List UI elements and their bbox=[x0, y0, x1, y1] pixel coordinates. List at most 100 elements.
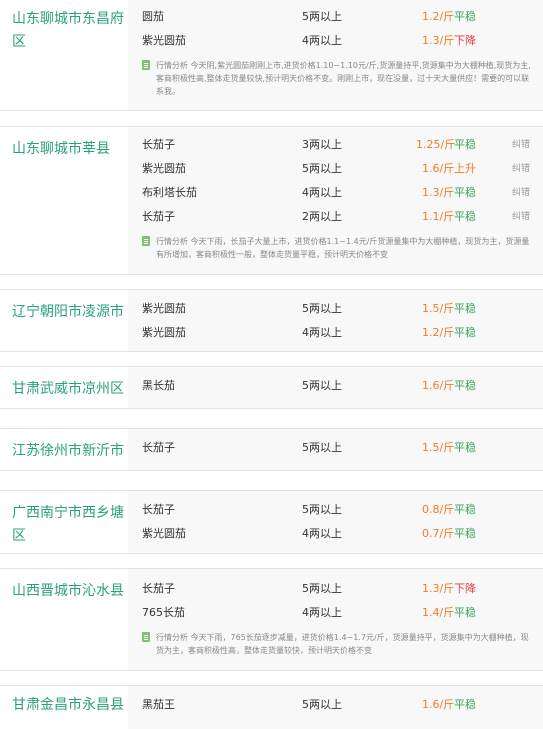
market-block: 甘肃金昌市永昌县 黑茄王 5两以上 1.6/斤 平稳 bbox=[0, 685, 543, 729]
market-block: 山东聊城市莘县 长茄子 3两以上 1.25/斤 平稳 纠错 紫光圆茄 5两以上 … bbox=[0, 126, 543, 275]
table-row: 长茄子 5两以上 1.5/斤 平稳 bbox=[128, 437, 543, 459]
weight-spec: 5两以上 bbox=[302, 162, 342, 175]
table-row: 紫光圆茄 4两以上 1.2/斤 平稳 bbox=[128, 322, 543, 344]
market-detail: 黑长茄 5两以上 1.6/斤 平稳 bbox=[128, 367, 543, 408]
market-analysis: 行情分析 今天阴,紫光圆茄刚刚上市,进货价格1.10~1.10元/斤,货源量持平… bbox=[142, 59, 532, 98]
variety-name: 黑茄王 bbox=[142, 698, 175, 711]
correct-error-link[interactable]: 纠错 bbox=[512, 182, 530, 204]
trend-status: 平稳 bbox=[454, 210, 476, 223]
analysis-text: 行情分析 今天阴,紫光圆茄刚刚上市,进货价格1.10~1.10元/斤,货源量持平… bbox=[156, 61, 531, 96]
market-analysis: 行情分析 今天下雨，长茄子大量上市，进货价格1.1~1.4元/斤货源量集中为大棚… bbox=[142, 235, 532, 261]
weight-spec: 4两以上 bbox=[302, 606, 342, 619]
variety-name: 长茄子 bbox=[142, 138, 175, 151]
weight-spec: 4两以上 bbox=[302, 326, 342, 339]
variety-name: 黑长茄 bbox=[142, 379, 175, 392]
market-block: 甘肃武威市凉州区 黑长茄 5两以上 1.6/斤 平稳 bbox=[0, 366, 543, 409]
weight-spec: 4两以上 bbox=[302, 186, 342, 199]
trend-status: 上升 bbox=[454, 162, 476, 175]
region-name[interactable]: 江苏徐州市新沂市 bbox=[0, 429, 128, 470]
trend-status: 下降 bbox=[454, 34, 476, 47]
region-name[interactable]: 甘肃武威市凉州区 bbox=[0, 367, 128, 408]
trend-status: 平稳 bbox=[454, 698, 476, 711]
market-detail: 长茄子 5两以上 1.5/斤 平稳 bbox=[128, 429, 543, 470]
trend-status: 平稳 bbox=[454, 302, 476, 315]
market-detail: 长茄子 3两以上 1.25/斤 平稳 纠错 紫光圆茄 5两以上 1.6/斤 上升… bbox=[128, 127, 543, 274]
weight-spec: 2两以上 bbox=[302, 210, 342, 223]
price-value: 1.3/斤 bbox=[422, 34, 455, 47]
price-value: 1.1/斤 bbox=[422, 210, 455, 223]
correct-error-link[interactable]: 纠错 bbox=[512, 158, 530, 180]
region-name[interactable]: 山东聊城市东昌府区 bbox=[0, 0, 128, 110]
trend-status: 平稳 bbox=[454, 186, 476, 199]
price-value: 1.6/斤 bbox=[422, 379, 455, 392]
table-row: 765长茄 4两以上 1.4/斤 平稳 bbox=[128, 602, 543, 624]
variety-name: 长茄子 bbox=[142, 441, 175, 454]
trend-status: 平稳 bbox=[454, 138, 476, 151]
table-row: 布利塔长茄 4两以上 1.3/斤 平稳 纠错 bbox=[128, 182, 543, 204]
correct-error-link[interactable]: 纠错 bbox=[512, 134, 530, 156]
market-detail: 长茄子 5两以上 1.3/斤 下降 765长茄 4两以上 1.4/斤 平稳 行情… bbox=[128, 569, 543, 670]
market-block: 江苏徐州市新沂市 长茄子 5两以上 1.5/斤 平稳 bbox=[0, 428, 543, 471]
region-name[interactable]: 山东聊城市莘县 bbox=[0, 127, 128, 274]
variety-name: 紫光圆茄 bbox=[142, 527, 186, 540]
market-analysis: 行情分析 今天下雨，765长茄逐步减量，进货价格1.4~1.7元/斤，货源量持平… bbox=[142, 631, 532, 657]
weight-spec: 5两以上 bbox=[302, 302, 342, 315]
correct-error-link[interactable]: 纠错 bbox=[512, 206, 530, 228]
market-block: 山西晋城市沁水县 长茄子 5两以上 1.3/斤 下降 765长茄 4两以上 1.… bbox=[0, 568, 543, 671]
price-value: 1.3/斤 bbox=[422, 186, 455, 199]
price-value: 0.8/斤 bbox=[422, 503, 455, 516]
table-row: 圆茄 5两以上 1.2/斤 平稳 bbox=[128, 6, 543, 28]
table-row: 黑茄王 5两以上 1.6/斤 平稳 bbox=[128, 694, 543, 716]
price-value: 1.6/斤 bbox=[422, 698, 455, 711]
market-block: 广西南宁市西乡塘区 长茄子 5两以上 0.8/斤 平稳 紫光圆茄 4两以上 0.… bbox=[0, 490, 543, 554]
weight-spec: 5两以上 bbox=[302, 582, 342, 595]
trend-status: 平稳 bbox=[454, 379, 476, 392]
weight-spec: 5两以上 bbox=[302, 10, 342, 23]
market-detail: 黑茄王 5两以上 1.6/斤 平稳 bbox=[128, 686, 543, 729]
analysis-text: 行情分析 今天下雨，长茄子大量上市，进货价格1.1~1.4元/斤货源量集中为大棚… bbox=[156, 237, 530, 259]
variety-name: 长茄子 bbox=[142, 503, 175, 516]
price-value: 1.2/斤 bbox=[422, 10, 455, 23]
market-block: 辽宁朝阳市凌源市 紫光圆茄 5两以上 1.5/斤 平稳 紫光圆茄 4两以上 1.… bbox=[0, 289, 543, 352]
region-name[interactable]: 甘肃金昌市永昌县 bbox=[0, 686, 128, 729]
variety-name: 布利塔长茄 bbox=[142, 186, 197, 199]
weight-spec: 5两以上 bbox=[302, 698, 342, 711]
variety-name: 紫光圆茄 bbox=[142, 162, 186, 175]
region-name[interactable]: 辽宁朝阳市凌源市 bbox=[0, 290, 128, 351]
price-value: 1.2/斤 bbox=[422, 326, 455, 339]
weight-spec: 3两以上 bbox=[302, 138, 342, 151]
table-row: 紫光圆茄 4两以上 1.3/斤 下降 bbox=[128, 30, 543, 52]
table-row: 紫光圆茄 5两以上 1.5/斤 平稳 bbox=[128, 298, 543, 320]
weight-spec: 5两以上 bbox=[302, 503, 342, 516]
table-row: 长茄子 3两以上 1.25/斤 平稳 纠错 bbox=[128, 134, 543, 156]
weight-spec: 5两以上 bbox=[302, 379, 342, 392]
document-icon bbox=[142, 632, 150, 642]
variety-name: 紫光圆茄 bbox=[142, 302, 186, 315]
variety-name: 长茄子 bbox=[142, 210, 175, 223]
variety-name: 圆茄 bbox=[142, 10, 164, 23]
market-block: 山东聊城市东昌府区 圆茄 5两以上 1.2/斤 平稳 紫光圆茄 4两以上 1.3… bbox=[0, 0, 543, 111]
region-name[interactable]: 广西南宁市西乡塘区 bbox=[0, 491, 128, 553]
table-row: 黑长茄 5两以上 1.6/斤 平稳 bbox=[128, 375, 543, 397]
trend-status: 平稳 bbox=[454, 441, 476, 454]
region-name[interactable]: 山西晋城市沁水县 bbox=[0, 569, 128, 670]
market-detail: 长茄子 5两以上 0.8/斤 平稳 紫光圆茄 4两以上 0.7/斤 平稳 bbox=[128, 491, 543, 553]
trend-status: 平稳 bbox=[454, 503, 476, 516]
price-value: 1.6/斤 bbox=[422, 162, 455, 175]
weight-spec: 4两以上 bbox=[302, 527, 342, 540]
weight-spec: 5两以上 bbox=[302, 441, 342, 454]
variety-name: 765长茄 bbox=[142, 606, 185, 619]
trend-status: 平稳 bbox=[454, 10, 476, 23]
table-row: 紫光圆茄 4两以上 0.7/斤 平稳 bbox=[128, 523, 543, 545]
trend-status: 下降 bbox=[454, 582, 476, 595]
price-value: 1.4/斤 bbox=[422, 606, 455, 619]
trend-status: 平稳 bbox=[454, 606, 476, 619]
table-row: 紫光圆茄 5两以上 1.6/斤 上升 纠错 bbox=[128, 158, 543, 180]
table-row: 长茄子 2两以上 1.1/斤 平稳 纠错 bbox=[128, 206, 543, 228]
price-value: 1.5/斤 bbox=[422, 441, 455, 454]
price-value: 1.5/斤 bbox=[422, 302, 455, 315]
analysis-text: 行情分析 今天下雨，765长茄逐步减量，进货价格1.4~1.7元/斤，货源量持平… bbox=[156, 633, 529, 655]
document-icon bbox=[142, 236, 150, 246]
price-value: 1.3/斤 bbox=[422, 582, 455, 595]
price-value: 1.25/斤 bbox=[416, 138, 456, 151]
